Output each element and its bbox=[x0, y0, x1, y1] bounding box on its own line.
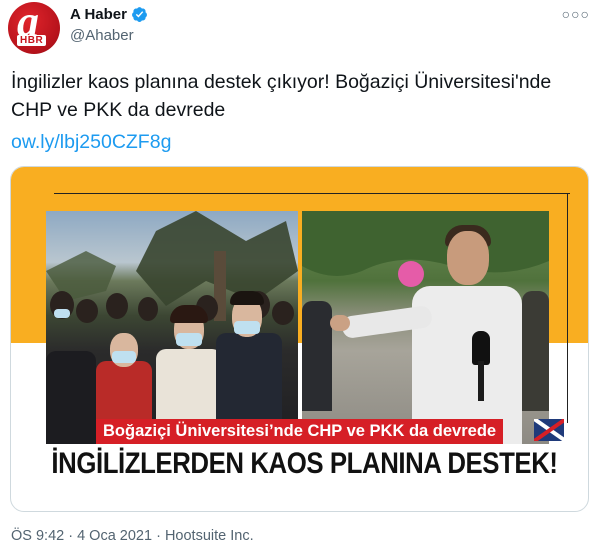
big-headline: İNGİLİZLERDEN KAOS PLANINA DESTEK! bbox=[51, 447, 558, 480]
tweet-media-image[interactable]: Boğaziçi Üniversitesi’nde CHP ve PKK da … bbox=[10, 166, 589, 512]
face-mask bbox=[54, 309, 70, 318]
trees-graphic bbox=[302, 211, 549, 276]
crowd-person bbox=[138, 297, 158, 321]
crowd-person bbox=[272, 301, 294, 325]
crowd-person bbox=[106, 293, 128, 319]
author-name-row: A Haber bbox=[70, 6, 148, 23]
background-person bbox=[302, 301, 332, 411]
background-person bbox=[522, 291, 549, 411]
crowd-person bbox=[76, 299, 98, 323]
avatar[interactable]: a HBR bbox=[8, 2, 60, 54]
display-name[interactable]: A Haber bbox=[70, 6, 127, 23]
flag-icon bbox=[534, 419, 564, 441]
reporter-face bbox=[447, 231, 489, 285]
avatar-label: HBR bbox=[17, 35, 47, 46]
reporter-hand bbox=[330, 315, 350, 331]
tweet-timestamp[interactable]: ÖS 9:42 · 4 Oca 2021 · Hootsuite Inc. bbox=[11, 528, 254, 544]
person-coat bbox=[46, 351, 96, 444]
microphone-handle bbox=[478, 361, 484, 401]
tweet-text: İngilizler kaos planına destek çıkıyor! … bbox=[11, 71, 552, 121]
frame-line-top bbox=[54, 193, 570, 194]
author-handle[interactable]: @Ahaber bbox=[70, 27, 134, 44]
frame-line-right bbox=[567, 193, 568, 423]
reporter-photo bbox=[302, 211, 549, 444]
tweet-link[interactable]: ow.ly/lbj250CZF8g bbox=[11, 131, 171, 154]
verified-badge-icon bbox=[132, 7, 147, 22]
face-mask bbox=[234, 321, 260, 334]
microphone-icon bbox=[472, 331, 490, 365]
face-mask bbox=[112, 351, 136, 363]
face-mask bbox=[176, 333, 202, 346]
crowd-photo bbox=[46, 211, 298, 444]
headline-bar: Boğaziçi Üniversitesi’nde CHP ve PKK da … bbox=[96, 419, 504, 444]
cotton-candy bbox=[398, 261, 424, 287]
person-hair bbox=[230, 291, 264, 305]
person-hair bbox=[170, 305, 208, 323]
more-options-icon[interactable]: ○○○ bbox=[562, 6, 590, 22]
